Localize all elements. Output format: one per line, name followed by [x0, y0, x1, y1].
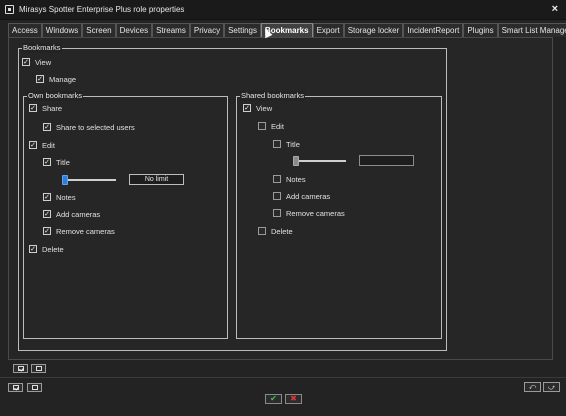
checkbox-checked-icon [17, 366, 24, 371]
undo-button[interactable]: ⤺ [524, 382, 541, 392]
own-delete-checkbox[interactable] [29, 245, 37, 253]
close-icon[interactable]: × [552, 3, 558, 15]
bookmarks-legend: Bookmarks [22, 43, 62, 53]
tab-storage-locker[interactable]: Storage locker [343, 23, 404, 37]
own-share-option[interactable]: Share [29, 103, 62, 113]
own-delete-option[interactable]: Delete [29, 244, 64, 254]
checkbox-empty-icon [35, 366, 42, 371]
shared-view-checkbox[interactable] [243, 104, 251, 112]
window-title: Mirasys Spotter Enterprise Plus role pro… [19, 5, 185, 14]
manage-label: Manage [49, 74, 77, 84]
shared-edit-option[interactable]: Edit [258, 121, 284, 131]
shared-title-slider-track[interactable] [295, 160, 346, 162]
own-title-limit-box: No limit [129, 174, 184, 185]
shared-add-cameras-label: Add cameras [286, 191, 331, 201]
shared-delete-option[interactable]: Delete [258, 226, 293, 236]
shared-remove-cameras-checkbox[interactable] [273, 209, 281, 217]
clear-all-button[interactable] [27, 383, 42, 392]
checkbox-empty-icon [31, 385, 38, 390]
tab-incidentreport[interactable]: IncidentReport [403, 23, 464, 37]
tab-bar: Access Windows Screen Devices Streams Privacy… [8, 23, 566, 37]
shared-remove-cameras-label: Remove cameras [286, 208, 345, 218]
shared-title-option[interactable]: Title [273, 139, 300, 149]
title-bar: Mirasys Spotter Enterprise Plus role pro… [0, 0, 566, 20]
shared-edit-label: Edit [271, 121, 284, 131]
shared-view-label: View [256, 103, 273, 113]
checkbox-checked-icon [12, 385, 19, 390]
tab-screen[interactable]: Screen [82, 23, 116, 37]
view-option[interactable]: View [22, 57, 51, 67]
tab-export[interactable]: Export [312, 23, 344, 37]
own-share-label: Share [42, 103, 63, 113]
tab-smart-list-management[interactable]: Smart List Management [497, 23, 566, 37]
view-label: View [35, 57, 52, 67]
view-checkbox[interactable] [22, 58, 30, 66]
own-edit-option[interactable]: Edit [29, 140, 55, 150]
own-notes-checkbox[interactable] [43, 193, 51, 201]
own-share-selected-checkbox[interactable] [43, 123, 51, 131]
tab-access[interactable]: Access [8, 23, 42, 37]
tab-plugins[interactable]: Plugins [463, 23, 498, 37]
select-all-button[interactable] [8, 383, 23, 392]
own-title-slider-thumb[interactable] [62, 175, 68, 185]
shared-title-checkbox[interactable] [273, 140, 281, 148]
own-remove-cameras-label: Remove cameras [56, 226, 115, 236]
own-add-cameras-label: Add cameras [56, 209, 101, 219]
shared-edit-checkbox[interactable] [258, 122, 266, 130]
shared-delete-label: Delete [271, 226, 293, 236]
own-share-selected-option[interactable]: Share to selected users [43, 122, 135, 132]
tab-streams[interactable]: Streams [152, 23, 190, 37]
ok-button[interactable]: ✔ [265, 394, 282, 404]
checkmark-icon: ✔ [270, 394, 277, 403]
redo-button[interactable]: ⤻ [543, 382, 560, 392]
own-add-cameras-option[interactable]: Add cameras [43, 209, 100, 219]
cancel-button[interactable]: ✖ [285, 394, 302, 404]
cross-icon: ✖ [290, 394, 297, 403]
bookmarks-group: Bookmarks View Manage Own bookmarks Shar… [18, 43, 447, 351]
own-remove-cameras-option[interactable]: Remove cameras [43, 226, 115, 236]
manage-checkbox[interactable] [36, 75, 44, 83]
tab-privacy[interactable]: Privacy [189, 23, 225, 37]
own-notes-option[interactable]: Notes [43, 192, 76, 202]
own-title-option[interactable]: Title [43, 157, 70, 167]
own-remove-cameras-checkbox[interactable] [43, 227, 51, 235]
shared-notes-label: Notes [286, 174, 306, 184]
shared-delete-checkbox[interactable] [258, 227, 266, 235]
shared-title-label: Title [286, 139, 300, 149]
shared-title-limit-box [359, 155, 414, 166]
shared-bookmarks-legend: Shared bookmarks [240, 91, 305, 101]
own-delete-label: Delete [42, 244, 64, 254]
own-edit-checkbox[interactable] [29, 141, 37, 149]
shared-remove-cameras-option[interactable]: Remove cameras [273, 208, 345, 218]
redo-icon: ⤻ [547, 382, 556, 391]
own-title-checkbox[interactable] [43, 158, 51, 166]
shared-add-cameras-checkbox[interactable] [273, 192, 281, 200]
tab-settings[interactable]: Settings [224, 23, 261, 37]
undo-icon: ⤺ [528, 382, 537, 391]
own-share-checkbox[interactable] [29, 104, 37, 112]
shared-view-option[interactable]: View [243, 103, 272, 113]
footer-divider [0, 377, 566, 378]
own-title-slider-track[interactable] [64, 179, 116, 181]
shared-notes-option[interactable]: Notes [273, 174, 306, 184]
own-edit-label: Edit [42, 140, 55, 150]
panel-clear-all-button[interactable] [31, 364, 46, 373]
own-add-cameras-checkbox[interactable] [43, 210, 51, 218]
app-icon [5, 5, 14, 14]
shared-bookmarks-group: Shared bookmarks View Edit Title Notes [236, 91, 442, 339]
manage-option[interactable]: Manage [36, 74, 76, 84]
shared-title-slider-thumb[interactable] [293, 156, 299, 166]
panel-select-all-button[interactable] [13, 364, 28, 373]
own-bookmarks-group: Own bookmarks Share Share to selected us… [23, 91, 228, 339]
shared-notes-checkbox[interactable] [273, 175, 281, 183]
tab-devices[interactable]: Devices [115, 23, 153, 37]
own-title-label: Title [56, 157, 70, 167]
bookmarks-panel: Bookmarks View Manage Own bookmarks Shar… [8, 37, 553, 360]
shared-add-cameras-option[interactable]: Add cameras [273, 191, 330, 201]
own-notes-label: Notes [56, 192, 76, 202]
own-bookmarks-legend: Own bookmarks [27, 91, 84, 101]
tab-windows[interactable]: Windows [41, 23, 83, 37]
own-share-selected-label: Share to selected users [56, 122, 135, 132]
